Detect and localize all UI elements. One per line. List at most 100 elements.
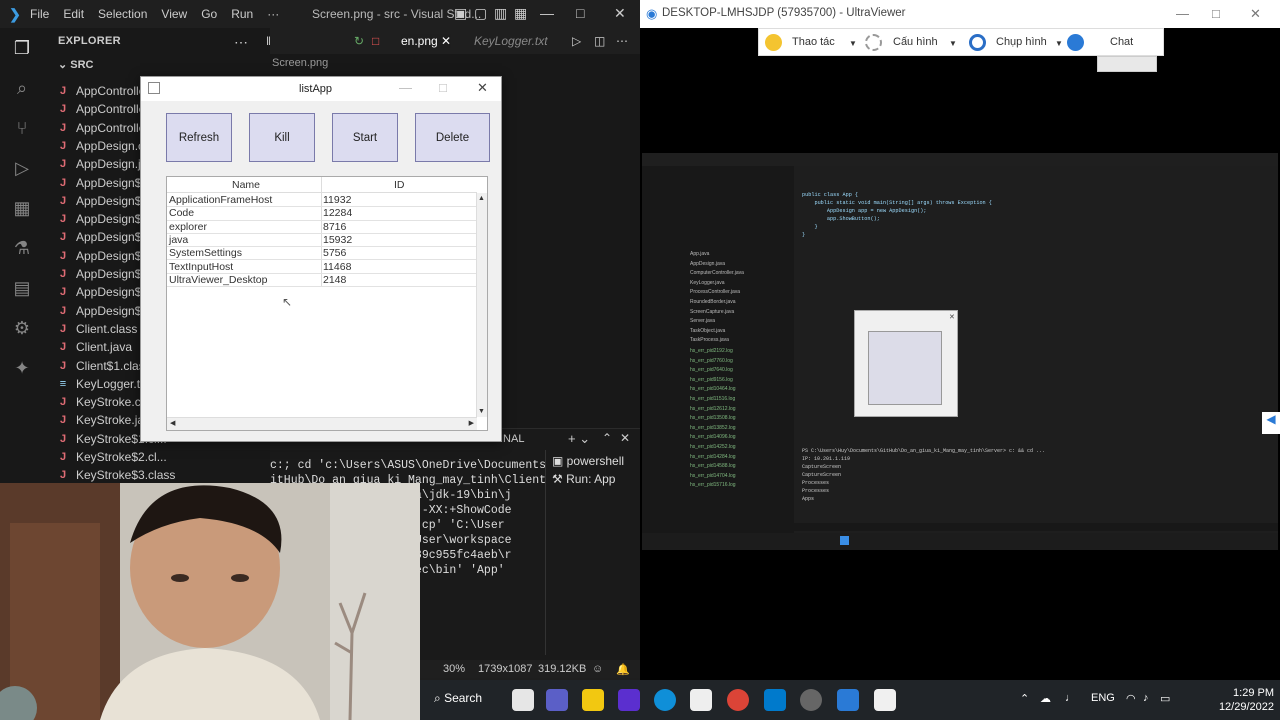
capture-menu[interactable]: Chụp hình [996, 36, 1047, 48]
remote-icon[interactable]: ⚙ [10, 316, 34, 340]
pause-icon[interactable]: ‖ [266, 34, 271, 48]
kill-button[interactable]: Kill [249, 113, 315, 162]
column-name[interactable]: Name [232, 179, 260, 191]
chat-app-icon[interactable] [546, 689, 568, 711]
menu-more[interactable]: ··· [267, 7, 279, 21]
tab-keylogger[interactable]: KeyLogger.txt [474, 34, 548, 48]
config-menu[interactable]: Cấu hình [893, 36, 938, 48]
editor-more-icon[interactable]: ⋯ [616, 34, 628, 48]
side-expand-icon[interactable]: ◀ [1262, 412, 1280, 434]
menu-file[interactable]: File [30, 7, 49, 21]
microphone-icon[interactable]: ♩ [1065, 692, 1076, 704]
folder-src[interactable]: ⌄ SRC [58, 58, 94, 71]
tab-close-icon[interactable]: ✕ [441, 34, 451, 48]
volume-icon[interactable]: ♪ [1143, 692, 1149, 704]
close-panel-icon[interactable]: ✕ [620, 431, 630, 445]
sidebar-icon[interactable]: ▥ [494, 5, 507, 22]
menu-selection[interactable]: Selection [98, 7, 147, 21]
restart-icon[interactable]: ↻ [354, 34, 364, 48]
scroll-down-icon[interactable]: ▼ [478, 408, 485, 415]
terminal-tab[interactable]: INAL [500, 433, 524, 445]
layout-icon[interactable]: ▣ [454, 5, 467, 22]
minimize-icon[interactable]: — [399, 80, 412, 95]
start-button[interactable]: Start [332, 113, 398, 162]
java-app-taskbar-icon[interactable] [874, 689, 896, 711]
maximize-icon[interactable]: □ [439, 80, 447, 95]
scroll-left-icon[interactable]: ◀ [170, 419, 175, 427]
maximize-panel-icon[interactable]: ⌃ [602, 431, 612, 445]
more-actions-icon[interactable]: ⋯ [234, 34, 248, 51]
column-id[interactable]: ID [394, 179, 405, 191]
notebook-icon[interactable]: ▤ [10, 276, 34, 300]
ultraviewer-taskbar-icon[interactable] [837, 689, 859, 711]
language-indicator[interactable]: ENG [1091, 692, 1115, 704]
tray-app-icon[interactable]: ☁ [1040, 692, 1051, 705]
testing-icon[interactable]: ⚗ [10, 236, 34, 260]
split-editor-icon[interactable]: ◫ [594, 34, 605, 48]
maximize-icon[interactable]: □ [1212, 6, 1220, 21]
session-powershell[interactable]: ▣ powershell [552, 454, 624, 468]
refresh-button[interactable]: Refresh [166, 113, 232, 162]
menu-run[interactable]: Run [231, 7, 253, 21]
layout-grid-icon[interactable]: ▦ [514, 5, 527, 22]
files-icon[interactable]: ❐ [10, 36, 34, 60]
file-explorer-icon[interactable] [582, 689, 604, 711]
close-icon[interactable]: ✕ [1250, 6, 1261, 22]
minimize-icon[interactable]: — [1176, 6, 1189, 21]
action-dropdown-icon[interactable]: ▼ [849, 39, 857, 48]
table-row[interactable]: SystemSettings 5756 [167, 247, 477, 261]
vscode-taskbar-icon[interactable] [764, 689, 786, 711]
paint-app-icon[interactable] [618, 689, 640, 711]
battery-icon[interactable]: ▭ [1160, 692, 1170, 705]
file-item[interactable]: J Client.class [56, 320, 137, 338]
extensions-icon[interactable]: ▦ [10, 196, 34, 220]
close-icon[interactable]: ✕ [477, 80, 488, 96]
close-icon[interactable]: ✕ [614, 5, 626, 22]
table-row[interactable]: explorer 8716 [167, 221, 477, 234]
taskbar-search[interactable]: ⌕ Search [434, 691, 482, 706]
file-item[interactable]: ≡ KeyLogger.txt [56, 375, 150, 393]
run-debug-icon[interactable]: ▷ [10, 156, 34, 180]
status-zoom[interactable]: 30% [443, 663, 465, 675]
scroll-right-icon[interactable]: ▶ [469, 419, 474, 427]
table-row[interactable]: java 15932 [167, 234, 477, 248]
source-control-icon[interactable]: ⑂ [10, 116, 34, 140]
menu-go[interactable]: Go [201, 7, 217, 21]
store-icon[interactable] [690, 689, 712, 711]
remote-desktop[interactable]: App.java AppDesign.java ComputerController… [642, 153, 1278, 550]
run-icon[interactable]: ▷ [572, 34, 581, 48]
file-item[interactable]: J KeyStroke$3.class [56, 466, 175, 484]
menu-edit[interactable]: Edit [63, 7, 84, 21]
search-icon[interactable]: ⌕ [10, 76, 34, 100]
file-item[interactable]: J Client$1.class [56, 357, 151, 375]
maximize-icon[interactable]: □ [576, 5, 584, 21]
wifi-icon[interactable]: ◠ [1126, 692, 1136, 705]
python-icon[interactable]: ✦ [10, 356, 34, 380]
edge-icon[interactable] [654, 689, 676, 711]
new-terminal-icon[interactable]: + ⌄ [568, 431, 590, 447]
file-item[interactable]: J Client.java [56, 338, 132, 356]
action-menu[interactable]: Thao tác [792, 36, 835, 48]
vertical-scrollbar[interactable]: ▲ ▼ [476, 193, 487, 417]
taskbar-clock[interactable]: 1:29 PM 12/29/2022 [1204, 686, 1274, 714]
chat-button[interactable]: Chat [1110, 36, 1133, 48]
tray-chevron-icon[interactable]: ⌃ [1020, 692, 1029, 705]
scroll-up-icon[interactable]: ▲ [478, 195, 485, 202]
horizontal-scrollbar[interactable]: ◀ ▶ [167, 417, 477, 430]
bell-icon[interactable]: 🔔 [616, 663, 630, 676]
session-run-app[interactable]: ⚒ Run: App [552, 472, 615, 486]
panel-icon[interactable]: ▢ [474, 5, 487, 22]
capture-dropdown-icon[interactable]: ▼ [1055, 39, 1063, 48]
minimize-icon[interactable]: — [540, 5, 554, 21]
menu-view[interactable]: View [161, 7, 187, 21]
table-row[interactable]: UltraViewer_Desktop 2148 [167, 274, 477, 288]
task-view-icon[interactable] [512, 689, 534, 711]
tab-screen-png[interactable]: en.png ✕ [401, 34, 452, 48]
feedback-icon[interactable]: ☺ [592, 663, 603, 675]
config-dropdown-icon[interactable]: ▼ [949, 39, 957, 48]
toolbar-window-controls[interactable] [1097, 56, 1157, 72]
table-row[interactable]: TextInputHost 11468 [167, 261, 477, 274]
settings-taskbar-icon[interactable] [800, 689, 822, 711]
file-item[interactable]: J KeyStroke$2.cl... [56, 448, 167, 466]
table-row[interactable]: ApplicationFrameHost 11932 [167, 194, 477, 208]
